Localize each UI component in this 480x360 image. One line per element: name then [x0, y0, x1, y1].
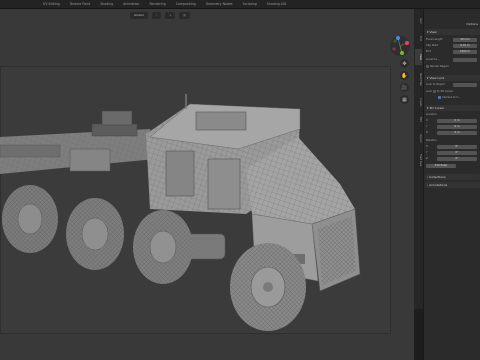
ortho-grid-icon[interactable]: ▦: [400, 95, 409, 104]
focal-length-label: Focal Length: [426, 38, 443, 41]
workspace-bar: UV Editing Texture Paint Shading Animati…: [0, 0, 480, 9]
sidebar-tab-hard-ops[interactable]: Hard Ops: [415, 149, 422, 171]
lock-cursor-row[interactable]: Lock To 3D Cursor: [426, 89, 479, 94]
cursor-panel-title: 3D Cursor: [429, 106, 445, 110]
cursor-loc-y-axis: Y: [426, 125, 428, 128]
sidebar-tab-view[interactable]: View: [415, 49, 422, 65]
clip-start-field[interactable]: 0.01 m: [453, 43, 477, 48]
tab-scripting[interactable]: Scripting: [238, 0, 262, 9]
cursor-rot-x-axis: X: [426, 145, 428, 148]
truck-model: [0, 94, 361, 331]
cursor-loc-z-field[interactable]: 0 m: [437, 130, 477, 135]
sidebar-tab-tool[interactable]: Tool: [415, 31, 422, 47]
3d-viewport[interactable]: Global ◦ ⌁ ◎ ✥ ✋ 🎥 ▦: [0, 9, 414, 360]
lock-camera-label: Camera to V...: [442, 96, 461, 99]
lock-object-row: Lock to Object: [426, 82, 479, 87]
tab-compositing[interactable]: Compositing: [171, 0, 201, 9]
cursor-loc-x-axis: X: [426, 119, 428, 122]
cursor-loc-z-row: Z 0 m: [426, 130, 479, 135]
lock-object-field[interactable]: [453, 82, 477, 87]
annotations-panel-header[interactable]: › Annotations: [425, 182, 480, 188]
clip-start-row: Clip Start 0.01 m: [426, 43, 479, 48]
cursor-rot-z-field[interactable]: 0°: [437, 156, 477, 161]
lock-camera-checkbox[interactable]: [438, 95, 441, 99]
collections-title: Collections: [429, 175, 446, 179]
cursor-location-label: Location: [426, 113, 437, 116]
local-camera-row: Local Ca...: [426, 57, 479, 62]
view-panel-title: View: [429, 30, 437, 34]
annotations-title: Annotations: [429, 183, 448, 187]
options-dropdown[interactable]: Options: [466, 22, 478, 26]
lock-cursor-checkbox[interactable]: [432, 89, 436, 93]
clip-end-field[interactable]: 1000 m: [453, 49, 477, 54]
focal-length-row: Focal Length 50 mm: [426, 37, 479, 42]
sidebar-tab-item[interactable]: Item: [415, 13, 422, 29]
clip-end-label: End: [426, 50, 431, 53]
cursor-loc-x-field[interactable]: 0 m: [437, 118, 477, 123]
view-panel-header[interactable]: ▾ View: [425, 29, 480, 35]
view-lock-header[interactable]: ▾ View Lock: [425, 75, 480, 81]
tab-geometry-nodes[interactable]: Geometry Nodes: [201, 0, 238, 9]
tab-animation[interactable]: Animation: [118, 0, 144, 9]
sidebar-tab-import[interactable]: Import: [415, 129, 422, 147]
render-region-row[interactable]: Render Region: [426, 64, 479, 69]
view-lock-title: View Lock: [429, 76, 445, 80]
render-region-label: Render Region: [430, 65, 449, 68]
cursor-loc-y-field[interactable]: 0 m: [437, 124, 477, 129]
wheel-rear-1: [2, 185, 58, 253]
tab-shading[interactable]: Shading: [95, 0, 118, 9]
cursor-loc-z-axis: Z: [426, 131, 428, 134]
cursor-rot-y-field[interactable]: 0°: [437, 150, 477, 155]
tab-uv-editing[interactable]: UV Editing: [38, 0, 65, 9]
workspace-tabs: UV Editing Texture Paint Shading Animati…: [38, 0, 292, 9]
cursor-loc-y-row: Y 0 m: [426, 124, 479, 129]
camera-view-icon[interactable]: 🎥: [400, 83, 409, 92]
clip-start-label: Clip Start: [426, 44, 439, 47]
wheel-mid: [133, 210, 193, 284]
sidebar-panel: Options ▾ View Focal Length 50 mm Clip St…: [423, 9, 480, 360]
cursor-rot-x-row: X 0°: [426, 144, 479, 149]
lock-object-label: Lock to Object: [426, 83, 445, 86]
pan-hand-icon[interactable]: ✋: [400, 71, 409, 80]
rotation-mode-dropdown[interactable]: XYZ Euler: [426, 163, 456, 168]
rotation-mode-row: XYZ Euler: [426, 163, 479, 168]
lock-camera-row[interactable]: Camera to V...: [426, 95, 479, 100]
cursor-loc-x-row: X 0 m: [426, 118, 479, 123]
local-camera-field[interactable]: [453, 57, 477, 62]
cursor-rot-z-row: Z 0°: [426, 156, 479, 161]
sidebar-tab-sketchfab[interactable]: Sketchfab: [415, 67, 422, 91]
move-view-icon[interactable]: ✥: [400, 59, 409, 68]
cursor-panel-header[interactable]: ▾ 3D Cursor: [425, 105, 480, 111]
cursor-rotation-label: Rotation: [426, 139, 437, 142]
local-camera-label: Local Ca...: [426, 58, 440, 61]
sidebar-tabs: Item Tool View Sketchfab Create Edit Imp…: [414, 9, 423, 309]
clip-end-row: End 1000 m: [426, 49, 479, 54]
render-region-checkbox[interactable]: [426, 64, 429, 68]
tab-rendering[interactable]: Rendering: [144, 0, 170, 9]
navigation-gizmo[interactable]: [389, 35, 411, 57]
wheel-rear-2: [66, 198, 124, 270]
collections-panel-header[interactable]: › Collections: [425, 174, 480, 180]
sidebar-tab-create[interactable]: Create: [415, 93, 422, 111]
chassis: [0, 110, 155, 174]
lock-label: Lock: [426, 90, 432, 93]
focal-length-field[interactable]: 50 mm: [453, 37, 477, 42]
cursor-rot-y-row: Y 0°: [426, 150, 479, 155]
cursor-rot-z-axis: Z: [426, 157, 428, 160]
sidebar-tab-edit[interactable]: Edit: [415, 113, 422, 127]
wheel-front: [230, 243, 306, 331]
tab-texture-paint[interactable]: Texture Paint: [65, 0, 96, 9]
lock-cursor-label: To 3D Cursor: [436, 90, 454, 93]
cursor-rot-y-axis: Y: [426, 151, 428, 154]
tab-shading-001[interactable]: Shading.001: [262, 0, 292, 9]
cursor-rot-x-field[interactable]: 0°: [437, 144, 477, 149]
viewport-nav-tools: ✥ ✋ 🎥 ▦: [400, 59, 410, 104]
